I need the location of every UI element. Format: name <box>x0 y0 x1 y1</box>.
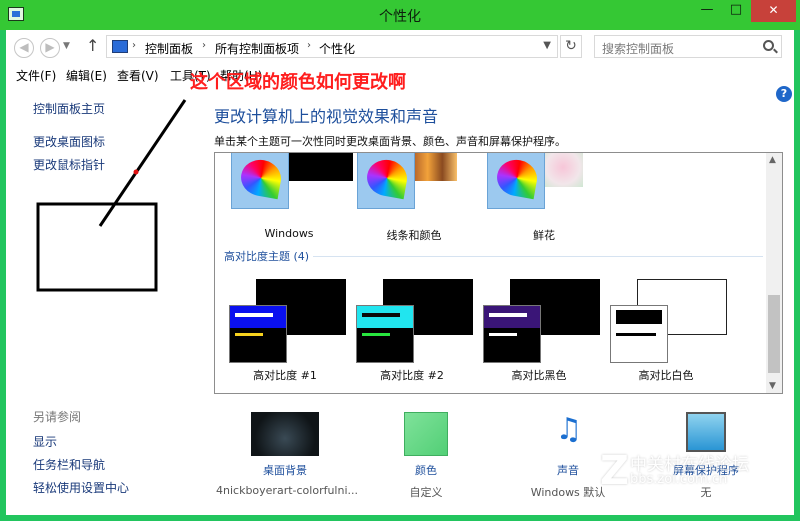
breadcrumb-control-panel[interactable]: 控制面板 <box>145 40 193 57</box>
hc2-tile[interactable] <box>356 305 414 363</box>
breadcrumb-all-items[interactable]: 所有控制面板项 <box>215 40 299 57</box>
recent-pages-chevron-down-icon[interactable]: ▼ <box>63 41 70 51</box>
breadcrumb-separator[interactable]: › <box>202 40 206 51</box>
desktop-background-value: 4nickboyerart-colorfulni... <box>216 484 359 497</box>
theme-tile <box>357 153 415 209</box>
color-wheel-icon <box>364 156 410 200</box>
menu-view[interactable]: 查看(V) <box>117 67 159 84</box>
control-panel-icon <box>112 40 128 53</box>
sidebar-link-taskbar[interactable]: 任务栏和导航 <box>33 456 105 473</box>
hc-bar-line <box>235 313 273 317</box>
hc1-tile[interactable] <box>229 305 287 363</box>
hc-black-label[interactable]: 高对比黑色 <box>489 367 589 383</box>
sidebar-link-display[interactable]: 显示 <box>33 433 57 450</box>
hc2-label[interactable]: 高对比度 #2 <box>362 367 462 383</box>
music-notes-icon[interactable]: ♫ <box>546 410 592 456</box>
maximize-button[interactable]: □ <box>722 0 750 22</box>
color-link[interactable]: 颜色 <box>384 462 468 478</box>
see-also-heading: 另请参阅 <box>33 410 82 424</box>
hc-text-line <box>362 333 390 336</box>
window-client: ◀ ▶ ▼ ↑ › 控制面板 › 所有控制面板项 › 个性化 ▼ ↻ 搜索控制面… <box>6 30 794 515</box>
theme-windows[interactable] <box>231 153 353 231</box>
scroll-up-icon[interactable]: ▲ <box>769 155 776 165</box>
scroll-thumb[interactable] <box>768 295 780 373</box>
page-description: 单击某个主题可一次性同时更改桌面背景、颜色、声音和屏幕保护程序。 <box>214 135 566 148</box>
sidebar-link-ease-of-access[interactable]: 轻松使用设置中心 <box>33 479 129 496</box>
theme-list-scrollbar[interactable]: ▲ ▼ <box>766 153 782 393</box>
hc-title-bar <box>357 306 413 328</box>
breadcrumb-personalization[interactable]: 个性化 <box>319 40 355 57</box>
watermark: Z 中关村在线论坛 bbs.zol.com.cn <box>600 448 790 494</box>
address-chevron-down-icon[interactable]: ▼ <box>543 40 551 51</box>
hc-white-label[interactable]: 高对比白色 <box>616 367 716 383</box>
search-icon[interactable] <box>763 40 774 51</box>
help-icon[interactable]: ? <box>776 86 792 102</box>
watermark-logo: Z <box>600 448 630 494</box>
sidebar-link-desktop-icons[interactable]: 更改桌面图标 <box>33 133 105 150</box>
hc-bar-line <box>489 313 527 317</box>
scroll-down-icon[interactable]: ▼ <box>769 381 776 391</box>
hc-title-bar <box>230 306 286 328</box>
breadcrumb-separator[interactable]: › <box>307 40 311 51</box>
color-wheel-icon <box>494 156 540 200</box>
hc-text-line <box>235 333 263 336</box>
theme-tile <box>231 153 289 209</box>
theme-label[interactable]: Windows <box>245 227 333 240</box>
up-icon[interactable]: ↑ <box>86 36 99 55</box>
hc1-label[interactable]: 高对比度 #1 <box>235 367 335 383</box>
menu-edit[interactable]: 编辑(E) <box>66 67 107 84</box>
theme-label[interactable]: 鲜花 <box>500 227 588 243</box>
hc-bar-line <box>616 310 662 324</box>
close-button[interactable]: ✕ <box>751 0 796 22</box>
sidebar-link-mouse-pointers[interactable]: 更改鼠标指针 <box>33 156 105 173</box>
title-bar[interactable]: 个性化 — □ ✕ <box>0 0 800 30</box>
theme-tile <box>487 153 545 209</box>
sound-link[interactable]: 声音 <box>526 462 610 478</box>
page-title: 更改计算机上的视觉效果和声音 <box>214 107 439 126</box>
search-input[interactable]: 搜索控制面板 <box>594 35 782 58</box>
address-bar[interactable]: › 控制面板 › 所有控制面板项 › 个性化 ▼ <box>106 35 558 58</box>
hc-white-tile[interactable] <box>610 305 668 363</box>
color-wheel-icon <box>238 156 284 200</box>
theme-wallpaper <box>287 153 353 181</box>
color-swatch[interactable] <box>404 412 448 456</box>
menu-file[interactable]: 文件(F) <box>16 67 56 84</box>
theme-label[interactable]: 线条和颜色 <box>370 227 458 243</box>
high-contrast-heading: 高对比度主题 (4) <box>224 250 310 263</box>
watermark-line2: bbs.zol.com.cn <box>630 472 728 487</box>
desktop-background-thumbnail[interactable] <box>251 412 319 456</box>
section-divider <box>313 256 763 257</box>
window-title: 个性化 <box>379 9 421 25</box>
theme-wallpaper <box>543 153 583 187</box>
breadcrumb-separator[interactable]: › <box>132 40 136 51</box>
search-placeholder: 搜索控制面板 <box>602 42 675 56</box>
sidebar-link-control-panel-home[interactable]: 控制面板主页 <box>33 100 105 117</box>
theme-list[interactable]: Windows 线条和颜色 鲜花 高对比度主题 (4) 高对比度 #1 高对比度… <box>214 152 783 394</box>
hc-text-line <box>616 333 656 336</box>
theme-wallpaper <box>413 153 457 181</box>
minimize-button[interactable]: — <box>692 0 722 22</box>
hc-bar-line <box>362 313 400 317</box>
theme-lines-colors[interactable] <box>357 153 477 231</box>
color-value: 自定义 <box>409 486 443 499</box>
refresh-icon[interactable]: ↻ <box>560 35 582 58</box>
annotation-text: 这个区域的颜色如何更改啊 <box>190 72 406 93</box>
theme-flowers[interactable] <box>487 153 607 231</box>
desktop-background-link[interactable]: 桌面背景 <box>236 462 334 478</box>
forward-icon[interactable]: ▶ <box>40 38 60 58</box>
back-icon[interactable]: ◀ <box>14 38 34 58</box>
screensaver-icon[interactable] <box>686 412 726 452</box>
hc-text-line <box>489 333 517 336</box>
hc-title-bar <box>484 306 540 328</box>
hc-black-tile[interactable] <box>483 305 541 363</box>
